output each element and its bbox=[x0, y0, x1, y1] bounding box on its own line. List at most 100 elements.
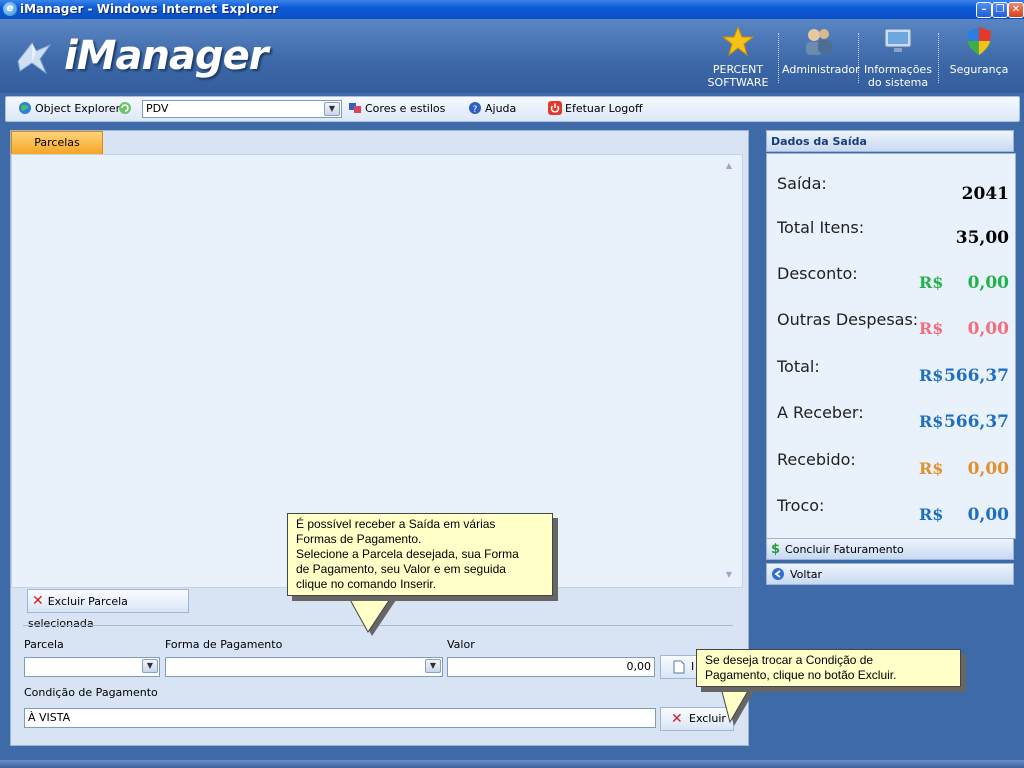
cores-estilos-button[interactable]: Cores e estilos bbox=[348, 101, 445, 115]
main-toolbar: Object Explorer PDV ▼ Cores e estilos ? A… bbox=[5, 96, 1020, 122]
concluir-faturamento-label: Concluir Faturamento bbox=[785, 543, 904, 556]
forma-pagamento-select[interactable]: ▼ bbox=[165, 657, 443, 677]
tooltip-line: Formas de Pagamento. bbox=[296, 532, 422, 546]
header-divider bbox=[858, 33, 860, 83]
total-itens-row: Total Itens: 35,00 bbox=[777, 218, 1009, 258]
window-title: iManager - Windows Internet Explorer bbox=[20, 2, 279, 16]
row-value: 2041 bbox=[961, 184, 1009, 204]
row-value: 0,00 bbox=[967, 273, 1009, 293]
tooltip-parcelas: É possível receber a Saída em várias For… bbox=[287, 513, 553, 596]
scroll-up-icon[interactable]: ▲ bbox=[722, 161, 736, 170]
ajuda-button[interactable]: ? Ajuda bbox=[468, 101, 516, 115]
window-titlebar: e iManager - Windows Internet Explorer –… bbox=[0, 0, 1024, 19]
voltar-label: Voltar bbox=[790, 568, 823, 581]
tab-parcelas[interactable]: Parcelas bbox=[11, 131, 103, 155]
users-icon bbox=[806, 29, 832, 55]
header-item-line1: Administrador bbox=[782, 63, 860, 76]
close-button[interactable]: ✕ bbox=[1008, 2, 1024, 18]
tooltip-line: É possível receber a Saída em várias bbox=[296, 517, 496, 531]
excluir-parcela-button[interactable]: ✕ Excluir Parcela selecionada bbox=[27, 589, 189, 630]
module-select[interactable]: PDV ▼ bbox=[142, 100, 342, 118]
brand-title: iManager bbox=[64, 33, 268, 79]
condicao-pagamento-label: Condição de Pagamento bbox=[24, 686, 158, 699]
header-administrador[interactable]: Administrador bbox=[782, 25, 860, 76]
module-select-value: PDV bbox=[146, 102, 169, 115]
forma-pagamento-label: Forma de Pagamento bbox=[165, 638, 283, 651]
tooltip-pointer bbox=[347, 596, 396, 636]
tooltip-line: de Pagamento, seu Valor e em seguida bbox=[296, 562, 506, 576]
desconto-row: Desconto: R$ 0,00 bbox=[777, 264, 1009, 304]
saida-row: Saída: 2041 bbox=[777, 174, 1009, 214]
parcelas-panel: Parcelas ▲ ▼ ✕ Excluir Parcela selecionad… bbox=[10, 130, 749, 746]
document-icon bbox=[673, 660, 685, 674]
scroll-down-icon[interactable]: ▼ bbox=[722, 570, 736, 579]
cores-estilos-label: Cores e estilos bbox=[365, 102, 446, 115]
tooltip-condicao: Se deseja trocar a Condição de Pagamento… bbox=[696, 649, 961, 687]
recebido-row: Recebido: R$ 0,00 bbox=[777, 450, 1009, 490]
row-label: Total Itens: bbox=[777, 218, 865, 237]
header-item-line2: do sistema bbox=[867, 76, 929, 89]
header-item-line1: PERCENT bbox=[712, 63, 764, 76]
condicao-pagamento-value: À VISTA bbox=[28, 711, 71, 724]
header-seguranca[interactable]: Segurança bbox=[944, 25, 1014, 76]
row-value: 0,00 bbox=[967, 459, 1009, 479]
row-value: 566,37 bbox=[943, 366, 1009, 386]
refresh-icon[interactable] bbox=[118, 101, 132, 115]
header-percent-software[interactable]: PERCENT SOFTWARE bbox=[700, 25, 776, 89]
palette-icon bbox=[349, 103, 361, 113]
dollar-icon: $ bbox=[771, 542, 781, 557]
inserir-label: I bbox=[691, 660, 695, 673]
valor-input-value: 0,00 bbox=[626, 660, 652, 673]
star-icon bbox=[721, 25, 755, 57]
logoff-button[interactable]: Efetuar Logoff bbox=[548, 101, 643, 115]
back-arrow-icon bbox=[772, 568, 784, 580]
row-currency: R$ bbox=[919, 505, 944, 524]
chevron-down-icon[interactable]: ▼ bbox=[324, 102, 340, 116]
header-item-line1: Informações bbox=[864, 63, 932, 76]
header-divider bbox=[778, 33, 780, 83]
globe-icon bbox=[19, 102, 31, 114]
tooltip-line: Pagamento, clique no botão Excluir. bbox=[705, 668, 897, 682]
object-explorer-label: Object Explorer bbox=[35, 102, 121, 115]
tooltip-pointer bbox=[719, 684, 756, 726]
dados-saida-body: Saída: 2041 Total Itens: 35,00 Desconto:… bbox=[766, 153, 1016, 539]
parcela-select[interactable]: ▼ bbox=[24, 657, 160, 677]
row-currency: R$ bbox=[919, 273, 944, 292]
ajuda-label: Ajuda bbox=[485, 102, 517, 115]
shield-icon bbox=[967, 27, 991, 55]
concluir-faturamento-button[interactable]: $ Concluir Faturamento bbox=[766, 538, 1014, 560]
power-icon bbox=[548, 101, 562, 115]
condicao-pagamento-field[interactable]: À VISTA bbox=[24, 708, 656, 728]
troco-row: Troco: R$ 0,00 bbox=[777, 496, 1009, 536]
logoff-label: Efetuar Logoff bbox=[565, 102, 643, 115]
row-currency: R$ bbox=[919, 319, 944, 338]
ie-logo-icon: e bbox=[3, 2, 17, 16]
row-label: Desconto: bbox=[777, 264, 858, 283]
help-icon: ? bbox=[469, 102, 481, 115]
row-currency: R$ bbox=[919, 459, 944, 478]
maximize-button[interactable]: ❐ bbox=[992, 2, 1008, 18]
monitor-icon bbox=[884, 28, 912, 52]
row-label: A Receber: bbox=[777, 403, 864, 422]
delete-x-icon: ✕ bbox=[32, 593, 44, 609]
header-informacoes[interactable]: Informações do sistema bbox=[862, 25, 934, 89]
dados-saida-panel: Dados da Saída Saída: 2041 Total Itens: … bbox=[766, 130, 1016, 585]
object-explorer-button[interactable]: Object Explorer bbox=[18, 101, 120, 115]
tooltip-line: clique no comando Inserir. bbox=[296, 577, 437, 591]
row-label: Total: bbox=[777, 357, 820, 376]
valor-input[interactable]: 0,00 bbox=[447, 657, 655, 677]
chevron-down-icon[interactable]: ▼ bbox=[425, 659, 441, 673]
row-value: 0,00 bbox=[967, 505, 1009, 525]
grid-scrollbar[interactable]: ▲ ▼ bbox=[722, 161, 736, 579]
row-label: Troco: bbox=[777, 496, 825, 515]
voltar-button[interactable]: Voltar bbox=[766, 563, 1014, 585]
header-item-line2: SOFTWARE bbox=[707, 76, 769, 89]
row-label: Saída: bbox=[777, 174, 827, 193]
total-row: Total: R$ 566,37 bbox=[777, 357, 1009, 397]
minimize-button[interactable]: – bbox=[976, 2, 992, 18]
app-header: iManager PERCENT SOFTWARE Administrador … bbox=[0, 19, 1024, 93]
row-value: 0,00 bbox=[967, 319, 1009, 339]
chevron-down-icon[interactable]: ▼ bbox=[142, 659, 158, 673]
dados-saida-title: Dados da Saída bbox=[766, 130, 1014, 152]
row-currency: R$ bbox=[919, 366, 944, 385]
